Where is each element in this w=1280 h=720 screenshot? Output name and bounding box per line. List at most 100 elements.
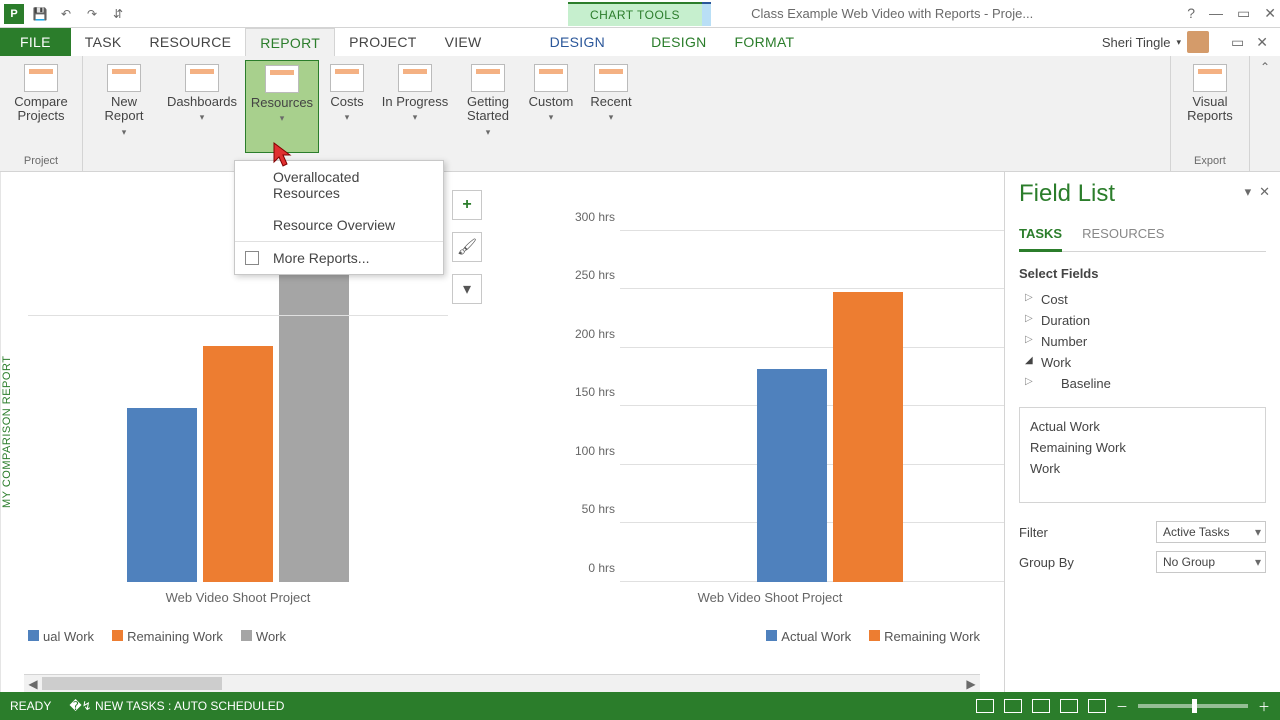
tab-design-report[interactable]: DESIGN <box>536 28 619 56</box>
zoom-slider[interactable] <box>1138 704 1248 708</box>
tab-report[interactable]: REPORT <box>245 28 335 56</box>
app-icon: P <box>4 4 24 24</box>
selected-work[interactable]: Work <box>1030 458 1255 479</box>
chevron-down-icon: ▾ <box>1177 37 1182 48</box>
minimize-icon[interactable]: — <box>1209 5 1223 22</box>
undo-icon[interactable]: ↶ <box>56 4 76 24</box>
selected-remaining-work[interactable]: Remaining Work <box>1030 437 1255 458</box>
in-progress-button[interactable]: In Progress▾ <box>375 60 455 153</box>
new-report-button[interactable]: New Report▾ <box>89 60 159 153</box>
group-label-project: Project <box>6 153 76 169</box>
title-bar: P 💾 ↶ ↷ ⇵ REPORT TOOLS CHART TOOLS Class… <box>0 0 1280 28</box>
zoom-out-icon[interactable]: － <box>1116 698 1128 715</box>
maximize-icon[interactable]: ▭ <box>1237 5 1250 22</box>
touch-mode-icon[interactable]: ⇵ <box>108 4 128 24</box>
selected-fields-box[interactable]: Actual Work Remaining Work Work <box>1019 407 1266 503</box>
zoom-in-icon[interactable]: ＋ <box>1258 698 1270 715</box>
tab-file[interactable]: FILE <box>0 28 71 56</box>
pane-close-icon[interactable]: ✕ <box>1259 184 1270 200</box>
tree-baseline[interactable]: Baseline <box>1019 373 1266 389</box>
filter-select[interactable]: Active Tasks <box>1156 521 1266 543</box>
report-side-label: MY COMPARISON REPORT <box>0 172 20 692</box>
custom-button[interactable]: Custom▾ <box>521 60 581 153</box>
workbook-window-controls: ▭ ✕ <box>1219 28 1280 56</box>
select-fields-label: Select Fields <box>1019 266 1266 281</box>
view-team-icon[interactable] <box>1032 699 1050 713</box>
tab-resource[interactable]: RESOURCE <box>136 28 246 56</box>
dashboards-button[interactable]: Dashboards▾ <box>161 60 243 153</box>
close-icon[interactable]: ✕ <box>1264 5 1276 22</box>
tab-view[interactable]: VIEW <box>431 28 496 56</box>
status-bar: READY �↯ NEW TASKS : AUTO SCHEDULED － ＋ <box>0 692 1280 720</box>
chart2-legend: Actual Work Remaining Work <box>560 629 980 644</box>
contextual-tabs: REPORT TOOLS CHART TOOLS <box>568 2 711 26</box>
tab-task[interactable]: TASK <box>71 28 136 56</box>
status-ready: READY <box>10 699 51 713</box>
window-controls: ? — ▭ ✕ <box>1187 5 1276 22</box>
tab-project[interactable]: PROJECT <box>335 28 430 56</box>
tab-format[interactable]: FORMAT <box>721 28 809 56</box>
chart2-x-label: Web Video Shoot Project <box>560 590 980 605</box>
menu-overallocated-resources[interactable]: Overallocated Resources <box>235 161 443 209</box>
resources-button[interactable]: Resources▾ <box>245 60 319 153</box>
tree-number[interactable]: Number <box>1019 331 1266 352</box>
tree-cost[interactable]: Cost <box>1019 289 1266 310</box>
pane-tab-tasks[interactable]: TASKS <box>1019 222 1062 252</box>
ribbon-group-export: Visual Reports Export <box>1171 56 1250 171</box>
save-icon[interactable]: 💾 <box>30 4 50 24</box>
redo-icon[interactable]: ↷ <box>82 4 102 24</box>
menu-resource-overview[interactable]: Resource Overview <box>235 209 443 241</box>
document-area: MY COMPARISON REPORT Web Video Shoot Pro… <box>0 172 1280 692</box>
pane-options-icon[interactable]: ▾ <box>1245 184 1252 200</box>
selected-actual-work[interactable]: Actual Work <box>1030 416 1255 437</box>
chart-tools-label: CHART TOOLS <box>568 2 702 26</box>
pane-title: Field List <box>1019 180 1266 208</box>
chart-elements-icon[interactable]: + <box>452 190 482 220</box>
ribbon: Compare Projects Project New Report▾ Das… <box>0 56 1280 172</box>
pane-tabs: TASKS RESOURCES <box>1019 222 1266 252</box>
chart1-legend: ual Work Remaining Work Work <box>28 629 448 644</box>
tree-duration[interactable]: Duration <box>1019 310 1266 331</box>
user-name: Sheri Tingle <box>1102 35 1171 50</box>
scroll-right-icon[interactable]: ▶ <box>962 677 980 691</box>
status-views: － ＋ <box>976 698 1270 715</box>
ribbon-tabs: FILE TASK RESOURCE REPORT PROJECT VIEW D… <box>0 28 1280 56</box>
help-icon[interactable]: ? <box>1187 5 1195 22</box>
report-canvas[interactable]: Web Video Shoot Project ual Work Remaini… <box>20 172 1004 692</box>
recent-button[interactable]: Recent▾ <box>583 60 639 153</box>
chart-styles-icon[interactable]: 🖌 <box>452 232 482 262</box>
avatar <box>1187 31 1209 53</box>
compare-projects-button[interactable]: Compare Projects <box>6 60 76 153</box>
filter-label: Filter <box>1019 525 1048 540</box>
menu-more-reports[interactable]: More Reports... <box>235 242 443 274</box>
chart1-x-label: Web Video Shoot Project <box>28 590 448 605</box>
getting-started-button[interactable]: Getting Started▾ <box>457 60 519 153</box>
view-task-icon[interactable] <box>1004 699 1022 713</box>
group-label-export: Export <box>1177 153 1243 169</box>
tree-work[interactable]: Work <box>1019 352 1266 373</box>
view-resource-icon[interactable] <box>1060 699 1078 713</box>
document-title: Class Example Web Video with Reports - P… <box>751 6 1033 21</box>
visual-reports-button[interactable]: Visual Reports <box>1177 60 1243 153</box>
close-doc-icon[interactable]: ✕ <box>1256 34 1268 51</box>
quick-access-toolbar: P 💾 ↶ ↷ ⇵ <box>4 4 128 24</box>
costs-button[interactable]: Costs▾ <box>321 60 373 153</box>
chart-filter-icon[interactable]: ▾ <box>452 274 482 304</box>
group-by-select[interactable]: No Group <box>1156 551 1266 573</box>
tab-design-chart[interactable]: DESIGN <box>637 28 720 56</box>
chart-right[interactable]: 0 hrs50 hrs100 hrs150 hrs200 hrs250 hrs3… <box>560 172 980 657</box>
collapse-ribbon-icon[interactable]: ⌃ <box>1250 56 1280 171</box>
scroll-thumb[interactable] <box>42 677 222 690</box>
restore-icon[interactable]: ▭ <box>1231 34 1244 51</box>
field-list-pane: ▾ ✕ Field List TASKS RESOURCES Select Fi… <box>1004 172 1280 692</box>
pane-tab-resources[interactable]: RESOURCES <box>1082 222 1164 251</box>
user-account[interactable]: Sheri Tingle ▾ <box>1092 28 1219 56</box>
horizontal-scrollbar[interactable]: ◀ ▶ <box>24 674 980 692</box>
ribbon-group-view-reports: New Report▾ Dashboards▾ Resources▾ Costs… <box>83 56 1171 171</box>
scroll-left-icon[interactable]: ◀ <box>24 677 42 691</box>
report-icon <box>245 251 259 265</box>
view-gantt-icon[interactable] <box>976 699 994 713</box>
view-report-icon[interactable] <box>1088 699 1106 713</box>
group-by-label: Group By <box>1019 555 1074 570</box>
resources-dropdown: Overallocated Resources Resource Overvie… <box>234 160 444 275</box>
